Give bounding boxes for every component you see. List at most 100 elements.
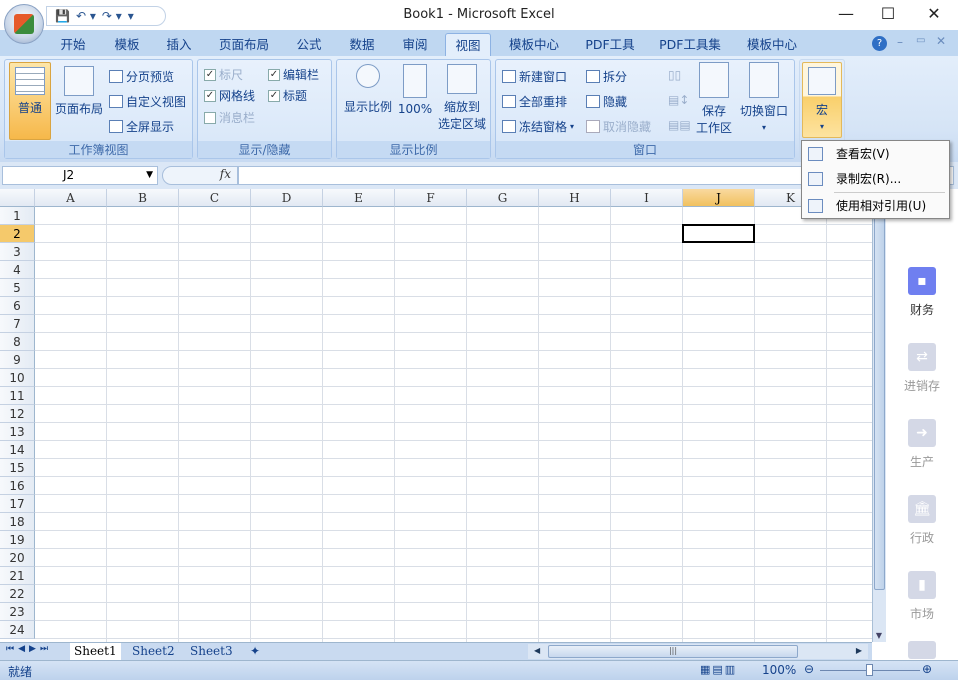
panel-item-inventory[interactable]: ⇄ 进销存 (886, 343, 958, 394)
tab-template-center[interactable]: 模板中心 (502, 33, 566, 57)
column-header[interactable]: D (251, 189, 323, 207)
row-header[interactable]: 1 (0, 207, 35, 225)
headings-checkbox[interactable]: ✓ 标题 (268, 87, 307, 104)
row-header[interactable]: 20 (0, 549, 35, 567)
sheet-tab-sheet2[interactable]: Sheet2 (128, 643, 179, 660)
row-header[interactable]: 22 (0, 585, 35, 603)
selected-cell[interactable] (682, 224, 755, 243)
message-bar-checkbox[interactable]: 消息栏 (204, 109, 255, 126)
panel-item-finance[interactable]: ▪ 财务 (886, 267, 958, 318)
zoom-to-selection-button[interactable]: 缩放到 选定区域 (435, 64, 489, 132)
row-header[interactable]: 24 (0, 621, 35, 639)
row-header[interactable]: 2 (0, 225, 35, 243)
sheet-nav-icons[interactable]: ⏮◀▶⏭ (6, 644, 52, 654)
macros-button[interactable]: 宏 ▾ (802, 62, 842, 138)
tab-data[interactable]: 数据 (341, 33, 383, 57)
dropdown-arrow-icon[interactable]: ▼ (146, 167, 153, 184)
row-header[interactable]: 16 (0, 477, 35, 495)
horizontal-scrollbar[interactable]: ◀ ||| ▶ (528, 644, 868, 659)
row-header[interactable]: 19 (0, 531, 35, 549)
tab-page-layout[interactable]: 页面布局 (212, 33, 276, 57)
column-header[interactable]: G (467, 189, 539, 207)
row-header[interactable]: 4 (0, 261, 35, 279)
row-header[interactable]: 11 (0, 387, 35, 405)
menu-item-record-macro[interactable]: 录制宏(R)... (802, 167, 949, 191)
row-header[interactable]: 23 (0, 603, 35, 621)
tab-templates[interactable]: 模板 (106, 33, 148, 57)
zoom-100-button[interactable]: 100% (397, 64, 433, 116)
switch-windows-button[interactable]: 切换窗口 ▾ (736, 62, 792, 133)
column-header[interactable]: C (179, 189, 251, 207)
row-header[interactable]: 6 (0, 297, 35, 315)
customize-qat-icon[interactable]: ▾ (128, 9, 134, 23)
panel-item-production[interactable]: ➜ 生产 (886, 419, 958, 470)
row-header[interactable]: 10 (0, 369, 35, 387)
unhide-button[interactable]: 取消隐藏 (586, 118, 651, 135)
row-header[interactable]: 8 (0, 333, 35, 351)
split-button[interactable]: 拆分 (586, 68, 627, 85)
vertical-scrollbar[interactable]: ▲ ▼ (872, 189, 886, 642)
zoom-out-icon[interactable]: ⊖ (804, 662, 814, 676)
row-header[interactable]: 5 (0, 279, 35, 297)
column-header[interactable]: A (35, 189, 107, 207)
hide-button[interactable]: 隐藏 (586, 93, 627, 110)
office-button[interactable] (4, 4, 44, 44)
panel-item-admin[interactable]: 🏛 行政 (886, 495, 958, 546)
minimize-button[interactable]: — (832, 4, 860, 26)
redo-icon[interactable]: ↷ ▾ (102, 9, 122, 23)
tab-insert[interactable]: 插入 (158, 33, 200, 57)
column-header[interactable]: F (395, 189, 467, 207)
save-icon[interactable]: 💾 (55, 9, 70, 23)
row-header[interactable]: 12 (0, 405, 35, 423)
column-header[interactable]: H (539, 189, 611, 207)
ribbon-minimize-icon[interactable]: – (897, 35, 903, 49)
arrange-all-button[interactable]: 全部重排 (502, 93, 567, 110)
full-screen-button[interactable]: 全屏显示 (109, 118, 174, 135)
formula-bar-checkbox[interactable]: ✓ 编辑栏 (268, 66, 319, 83)
close-button[interactable]: ✕ (920, 4, 948, 26)
row-header[interactable]: 21 (0, 567, 35, 585)
page-break-preview-button[interactable]: 分页预览 (109, 68, 174, 85)
menu-item-view-macros[interactable]: 查看宏(V) (802, 142, 949, 166)
column-header[interactable]: J (683, 189, 755, 207)
freeze-panes-button[interactable]: 冻结窗格 ▾ (502, 118, 574, 135)
scroll-down-icon[interactable]: ▼ (873, 631, 885, 640)
reset-window-icon[interactable]: ▤▤ (668, 118, 691, 132)
select-all-corner[interactable] (0, 189, 35, 207)
sheet-tab-sheet3[interactable]: Sheet3 (186, 643, 237, 660)
row-header[interactable]: 15 (0, 459, 35, 477)
column-header[interactable]: E (323, 189, 395, 207)
column-header[interactable]: I (611, 189, 683, 207)
row-header[interactable]: 9 (0, 351, 35, 369)
row-header[interactable]: 7 (0, 315, 35, 333)
column-header[interactable]: B (107, 189, 179, 207)
undo-icon[interactable]: ↶ ▾ (76, 9, 96, 23)
zoom-level[interactable]: 100% (762, 663, 796, 677)
zoom-in-icon[interactable]: ⊕ (922, 662, 932, 676)
insert-sheet-icon[interactable]: ✦ (246, 643, 264, 660)
tab-template-center-2[interactable]: 模板中心 (740, 33, 804, 57)
name-box[interactable]: J2 ▼ (2, 166, 158, 185)
tab-pdf-toolset[interactable]: PDF工具集 (655, 33, 725, 57)
maximize-button[interactable]: ☐ (874, 4, 902, 26)
help-icon[interactable]: ? (872, 36, 887, 51)
sheet-tab-sheet1[interactable]: Sheet1 (70, 643, 121, 660)
row-header[interactable]: 13 (0, 423, 35, 441)
row-header[interactable]: 18 (0, 513, 35, 531)
tab-view[interactable]: 视图 (445, 33, 491, 57)
menu-item-relative-references[interactable]: 使用相对引用(U) (802, 194, 949, 218)
normal-view-button[interactable]: 普通 (9, 62, 51, 140)
worksheet-grid[interactable]: A B C D E F G H I J K 1 2 3 4 5 6 7 8 9 10 11 12 13 14 15 16 17 18 19… (0, 189, 872, 642)
zoom-slider-thumb[interactable] (866, 664, 873, 676)
panel-item-market[interactable]: ▮ 市场 (886, 571, 958, 622)
vertical-scroll-thumb[interactable] (874, 207, 885, 590)
row-header[interactable]: 3 (0, 243, 35, 261)
tab-pdf-tools[interactable]: PDF工具 (580, 33, 640, 57)
zoom-slider[interactable] (820, 664, 920, 676)
zoom-button[interactable]: 显示比例 (341, 64, 395, 115)
ribbon-restore-icon[interactable]: ▭ (916, 35, 925, 46)
ribbon-close-icon[interactable]: ✕ (936, 34, 946, 48)
sync-scroll-icon[interactable]: ▤↕ (668, 93, 689, 107)
view-side-by-side-icon[interactable]: ▯▯ (668, 68, 681, 82)
custom-views-button[interactable]: 自定义视图 (109, 93, 186, 110)
